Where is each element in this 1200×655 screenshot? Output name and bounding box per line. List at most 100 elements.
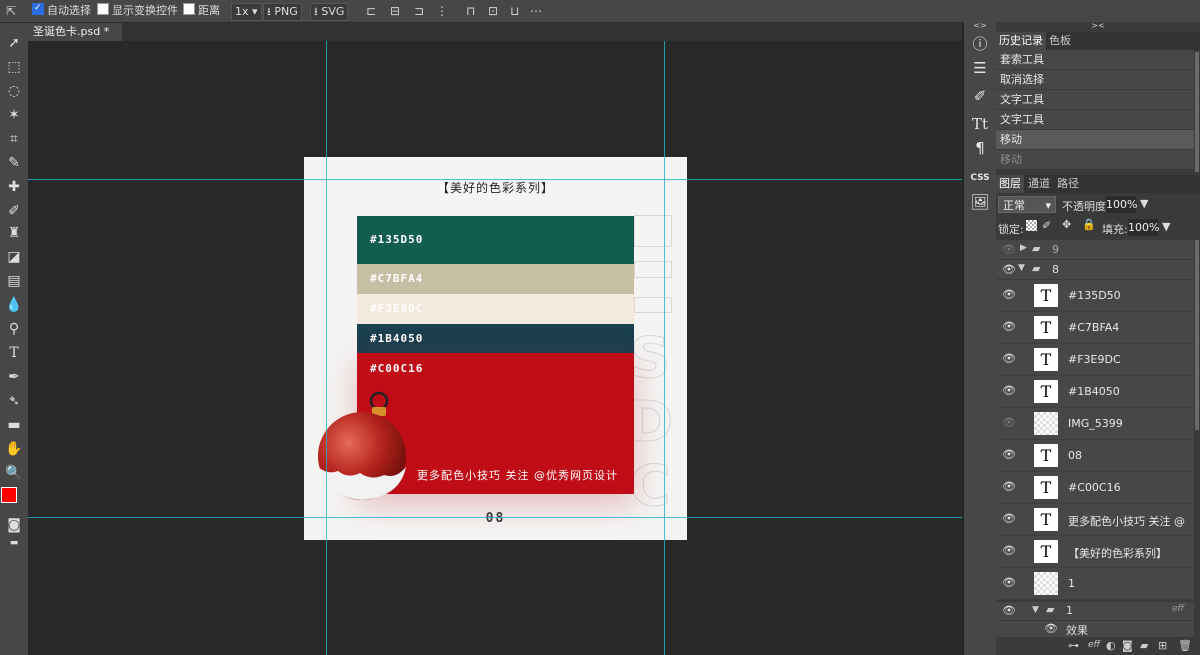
dodge-tool-icon[interactable]: ⚲	[4, 319, 24, 339]
swatch-1b4050[interactable]: #1B4050	[357, 324, 634, 353]
chevron-down-icon[interactable]: ▼	[1018, 263, 1025, 273]
chevron-down-icon[interactable]: ▼	[1032, 605, 1039, 615]
distribute-horizontal-icon[interactable]: ⋯	[530, 3, 542, 19]
pen-tool-icon[interactable]: ✒	[4, 367, 24, 387]
artboard[interactable]: 【美好的色彩系列】 SDC #135D50 #C7BFA4 #F3E9DC #1…	[304, 157, 687, 540]
opacity-arrow-icon[interactable]: ▼	[1140, 197, 1148, 210]
eye-icon[interactable]: 👁	[1002, 513, 1016, 525]
layer-row[interactable]: 👁 T #135D50	[996, 280, 1194, 312]
align-top-icon[interactable]: ⊓	[466, 3, 475, 19]
canvas-area[interactable]: 【美好的色彩系列】 SDC #135D50 #C7BFA4 #F3E9DC #1…	[28, 41, 962, 655]
opacity-input[interactable]: 100%	[1106, 196, 1137, 213]
tab-swatches[interactable]: 色板	[1046, 32, 1074, 50]
swatch-135d50[interactable]: #135D50	[357, 216, 634, 264]
history-item[interactable]: 移动	[996, 150, 1194, 170]
lock-move-icon[interactable]: ✥	[1062, 218, 1071, 231]
fill-input[interactable]: 100%	[1128, 219, 1159, 236]
healing-brush-icon[interactable]: ✚	[4, 177, 24, 197]
align-right-icon[interactable]: ⊐	[414, 3, 424, 19]
magic-wand-icon[interactable]: ✶	[4, 105, 24, 125]
show-transform-checkbox[interactable]: 显示变换控件	[97, 3, 178, 19]
blur-tool-icon[interactable]: 💧	[4, 295, 24, 315]
layer-row[interactable]: 👁 T #1B4050	[996, 376, 1194, 408]
tab-history[interactable]: 历史记录	[996, 32, 1046, 50]
layer-row[interactable]: 👁 IMG_5399	[996, 408, 1194, 440]
zoom-tool-icon[interactable]: 🔍	[4, 463, 24, 483]
collapse-icon[interactable]: <>	[964, 22, 996, 30]
eye-icon[interactable]: 👁	[1002, 577, 1016, 589]
tab-layers[interactable]: 图层	[996, 175, 1024, 193]
layer-group-9[interactable]: 👁 ▶ ▰ 9	[996, 240, 1194, 259]
lasso-tool-icon[interactable]: ◌	[4, 81, 24, 101]
type-tool-icon[interactable]: T	[4, 343, 24, 363]
layer-effects-row[interactable]: 👁 效果	[996, 621, 1194, 637]
distribute-icon[interactable]: ⋮	[436, 3, 448, 19]
lock-brush-icon[interactable]: ✐	[1042, 219, 1051, 232]
eye-icon[interactable]: 👁	[1002, 243, 1016, 256]
layers-scrollbar[interactable]	[1195, 240, 1199, 430]
layer-row[interactable]: 👁 T #C00C16	[996, 472, 1194, 504]
layer-group-8[interactable]: 👁 ▼ ▰ 8	[996, 260, 1194, 279]
path-select-icon[interactable]: ➴	[4, 391, 24, 411]
align-bottom-icon[interactable]: ⊔	[510, 3, 519, 19]
mask-icon[interactable]: ◙	[1122, 639, 1133, 652]
swatch-f3e9dc[interactable]: #F3E9DC	[357, 294, 634, 324]
brush-settings-icon[interactable]: ✐	[970, 86, 990, 106]
layer-row[interactable]: 👁 T #C7BFA4	[996, 312, 1194, 344]
quick-mask-icon[interactable]: ◙	[4, 515, 24, 535]
align-center-icon[interactable]: ⊟	[390, 3, 400, 19]
eye-icon[interactable]: 👁	[1002, 263, 1016, 276]
gradient-tool-icon[interactable]: ▤	[4, 271, 24, 291]
brush-tool-icon[interactable]: ✐	[4, 201, 24, 221]
fill-arrow-icon[interactable]: ▼	[1162, 220, 1170, 233]
layer-row[interactable]: 👁 T 更多配色小技巧 关注 @	[996, 504, 1194, 536]
tab-paths[interactable]: 路径	[1054, 175, 1082, 193]
move-tool-icon[interactable]: ➚	[4, 33, 24, 53]
character-icon[interactable]: Tt	[970, 114, 990, 134]
link-icon[interactable]: ⊶	[1068, 639, 1079, 652]
eye-icon[interactable]: 👁	[1002, 321, 1016, 333]
guide-horizontal[interactable]	[28, 179, 962, 180]
eye-icon[interactable]: 👁	[1002, 417, 1016, 429]
css-icon[interactable]: CSS	[970, 168, 990, 188]
chevron-right-icon[interactable]: ▶	[1020, 243, 1027, 253]
layer-group-1[interactable]: 👁 ▼ ▰ 1 eff	[996, 602, 1194, 620]
export-png-button[interactable]: ⭳ PNG	[263, 3, 302, 21]
blend-mode-select[interactable]: 正常 ▾	[998, 196, 1056, 213]
zoom-select[interactable]: 1x ▾	[231, 3, 262, 21]
fx-button[interactable]: eff	[1088, 640, 1100, 650]
layer-row[interactable]: 👁 T #F3E9DC	[996, 344, 1194, 376]
layer-row[interactable]: 👁 1	[996, 568, 1194, 600]
info-icon[interactable]: ⓘ	[970, 34, 990, 54]
screen-mode-icon[interactable]: ▬	[4, 533, 24, 553]
image-icon[interactable]: 🖼	[970, 192, 990, 212]
align-left-icon[interactable]: ⊏	[366, 3, 376, 19]
history-item[interactable]: 套索工具	[996, 50, 1194, 70]
foreground-color-swatch[interactable]	[1, 487, 17, 503]
eye-icon[interactable]: 👁	[1002, 353, 1016, 365]
crop-tool-icon[interactable]: ⌗	[4, 129, 24, 149]
lock-all-icon[interactable]: 🔒	[1082, 218, 1096, 231]
marquee-tool-icon[interactable]: ⬚	[4, 57, 24, 77]
eye-icon[interactable]: 👁	[1002, 545, 1016, 557]
move-tool-icon[interactable]: ⇱	[6, 3, 16, 19]
eyedropper-icon[interactable]: ✎	[4, 153, 24, 173]
new-layer-icon[interactable]: ⊞	[1158, 639, 1167, 652]
layer-row[interactable]: 👁 T 08	[996, 440, 1194, 472]
shape-tool-icon[interactable]: ▬	[4, 415, 24, 435]
guide-vertical[interactable]	[326, 41, 327, 655]
distance-checkbox[interactable]: 距离	[183, 3, 220, 19]
history-item[interactable]: 文字工具	[996, 90, 1194, 110]
hand-tool-icon[interactable]: ✋	[4, 439, 24, 459]
eye-icon[interactable]: 👁	[1002, 481, 1016, 493]
history-item[interactable]: 文字工具	[996, 110, 1194, 130]
adjustment-layer-icon[interactable]: ◐	[1106, 639, 1116, 652]
adjustments-icon[interactable]: ☰	[970, 58, 990, 78]
layer-row[interactable]: 👁 T 【美好的色彩系列】	[996, 536, 1194, 568]
document-tab[interactable]: 圣诞色卡.psd * ✕	[28, 23, 122, 56]
eye-icon[interactable]: 👁	[1002, 604, 1016, 617]
eye-icon[interactable]: 👁	[1002, 385, 1016, 397]
export-svg-button[interactable]: ⭳ SVG	[310, 3, 349, 21]
collapse-icon[interactable]: ><	[996, 22, 1200, 30]
paragraph-icon[interactable]: ¶	[970, 138, 990, 158]
